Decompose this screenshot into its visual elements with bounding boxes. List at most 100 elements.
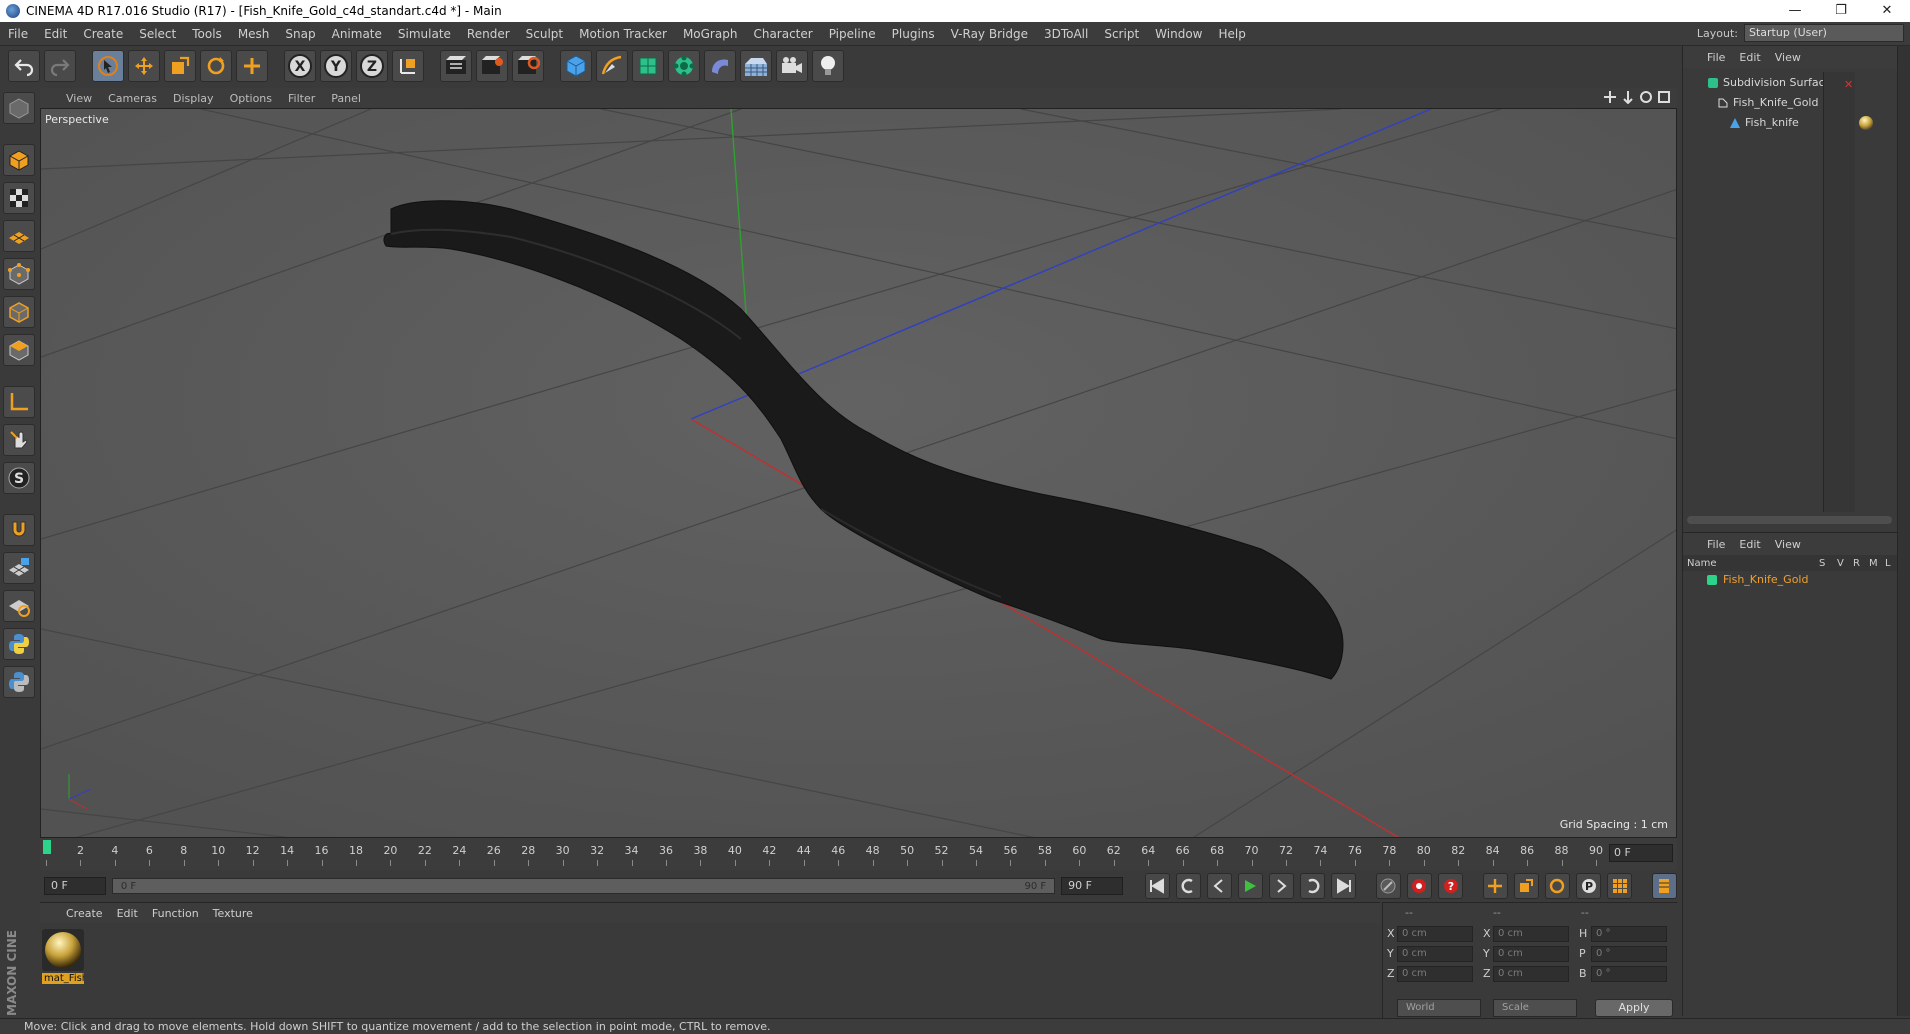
- pla-key-icon[interactable]: [1607, 873, 1633, 899]
- lm-menu-edit[interactable]: Edit: [1739, 538, 1760, 551]
- apply-button[interactable]: Apply: [1595, 999, 1673, 1017]
- snap-icon[interactable]: S: [3, 462, 35, 494]
- menu-select[interactable]: Select: [131, 27, 184, 41]
- menu-mograph[interactable]: MoGraph: [675, 27, 746, 41]
- menu-create[interactable]: Create: [75, 27, 131, 41]
- magnet-icon[interactable]: [3, 514, 35, 546]
- material-menu-create[interactable]: Create: [66, 907, 103, 920]
- z-axis-icon[interactable]: Z: [356, 50, 388, 82]
- y-axis-icon[interactable]: Y: [320, 50, 352, 82]
- lm-menu-file[interactable]: File: [1707, 538, 1725, 551]
- coord-size-mode-dropdown[interactable]: Scale: [1493, 999, 1577, 1017]
- menu-render[interactable]: Render: [459, 27, 518, 41]
- workplane-icon[interactable]: [3, 220, 35, 252]
- material-tag-icon[interactable]: [1859, 116, 1873, 130]
- menu-tools[interactable]: Tools: [184, 27, 230, 41]
- cube-icon[interactable]: [560, 50, 592, 82]
- om-menu-file[interactable]: File: [1707, 51, 1725, 64]
- timeline-icon[interactable]: [1651, 873, 1677, 899]
- undo-icon[interactable]: [8, 50, 40, 82]
- menu-pipeline[interactable]: Pipeline: [821, 27, 884, 41]
- lock-grid-icon[interactable]: [3, 552, 35, 584]
- world-coord-icon[interactable]: [392, 50, 424, 82]
- menu-plugins[interactable]: Plugins: [884, 27, 943, 41]
- render-view-icon[interactable]: [440, 50, 472, 82]
- lm-menu-view[interactable]: View: [1775, 538, 1801, 551]
- layout-dropdown[interactable]: Startup (User): [1744, 24, 1904, 42]
- material-item[interactable]: mat_Fish: [42, 929, 84, 984]
- points-mode-icon[interactable]: [3, 258, 35, 290]
- edges-mode-icon[interactable]: [3, 296, 35, 328]
- end-frame-field[interactable]: 90 F: [1061, 877, 1123, 895]
- rotate-icon[interactable]: [200, 50, 232, 82]
- pan-view-icon[interactable]: [1603, 90, 1617, 104]
- param-key-icon[interactable]: P: [1575, 873, 1602, 899]
- disable-x-icon[interactable]: ✕: [1844, 78, 1853, 91]
- restore-button[interactable]: ❐: [1818, 0, 1864, 22]
- menu-character[interactable]: Character: [745, 27, 820, 41]
- record-icon[interactable]: [1375, 873, 1401, 899]
- layer-color-swatch[interactable]: [1707, 575, 1717, 585]
- menu-mesh[interactable]: Mesh: [230, 27, 278, 41]
- menu-sculpt[interactable]: Sculpt: [518, 27, 571, 41]
- texture-mode-icon[interactable]: [3, 182, 35, 214]
- layer-row[interactable]: Fish_Knife_Gold: [1683, 571, 1898, 589]
- menu-file[interactable]: File: [0, 27, 36, 41]
- floor-icon[interactable]: [740, 50, 772, 82]
- material-menu-edit[interactable]: Edit: [117, 907, 138, 920]
- render-settings-icon[interactable]: [512, 50, 544, 82]
- next-key-icon[interactable]: [1299, 873, 1326, 899]
- viewport-menu-view[interactable]: View: [66, 92, 92, 105]
- material-preview-thumbnail[interactable]: [42, 929, 84, 971]
- material-menu-function[interactable]: Function: [152, 907, 199, 920]
- coord-rot-h-field[interactable]: 0 °: [1591, 926, 1667, 942]
- side-tabs-strip[interactable]: [1897, 46, 1910, 1016]
- deformer-icon[interactable]: [704, 50, 736, 82]
- rotate-key-icon[interactable]: [1544, 873, 1570, 899]
- subdivide-icon[interactable]: [632, 50, 664, 82]
- cloner-icon[interactable]: [668, 50, 700, 82]
- deform-icon[interactable]: [3, 590, 35, 622]
- axis-mode-icon[interactable]: [3, 386, 35, 418]
- close-button[interactable]: ✕: [1864, 0, 1910, 22]
- menu-script[interactable]: Script: [1096, 27, 1147, 41]
- material-menu-texture[interactable]: Texture: [213, 907, 253, 920]
- coord-rot-b-field[interactable]: 0 °: [1591, 966, 1667, 982]
- coord-size-y-field[interactable]: 0 cm: [1493, 946, 1569, 962]
- coord-pos-x-field[interactable]: 0 cm: [1397, 926, 1473, 942]
- scale-key-icon[interactable]: [1513, 873, 1539, 899]
- menu-edit[interactable]: Edit: [36, 27, 75, 41]
- menu-vray-bridge[interactable]: V-Ray Bridge: [943, 27, 1036, 41]
- timeline[interactable]: 0246810121416182022242628303234363840424…: [40, 838, 1677, 870]
- keyframe-selection-icon[interactable]: ?: [1437, 873, 1464, 899]
- menu-motion-tracker[interactable]: Motion Tracker: [571, 27, 675, 41]
- select-icon[interactable]: [92, 50, 124, 82]
- menu-animate[interactable]: Animate: [324, 27, 390, 41]
- coord-size-z-field[interactable]: 0 cm: [1493, 966, 1569, 982]
- current-frame-field[interactable]: 0 F: [1609, 844, 1673, 862]
- toggle-view-icon[interactable]: [1657, 90, 1671, 104]
- move-icon[interactable]: [128, 50, 160, 82]
- tweak-icon[interactable]: [3, 424, 35, 456]
- menu-help[interactable]: Help: [1210, 27, 1253, 41]
- start-frame-field[interactable]: 0 F: [44, 877, 106, 895]
- model-mode-icon[interactable]: [3, 144, 35, 176]
- autokey-icon[interactable]: [1406, 873, 1432, 899]
- step-forward-icon[interactable]: [1268, 873, 1294, 899]
- make-editable-icon[interactable]: [3, 92, 35, 124]
- x-axis-icon[interactable]: X: [284, 50, 316, 82]
- menu-simulate[interactable]: Simulate: [390, 27, 459, 41]
- polygons-mode-icon[interactable]: [3, 334, 35, 366]
- transform-icon[interactable]: [236, 50, 268, 82]
- camera-icon[interactable]: [776, 50, 808, 82]
- coord-rot-p-field[interactable]: 0 °: [1591, 946, 1667, 962]
- timeline-ruler[interactable]: 0246810121416182022242628303234363840424…: [40, 838, 1610, 870]
- playhead[interactable]: [43, 840, 51, 854]
- object-row[interactable]: Subdivision Surface: [1683, 74, 1898, 92]
- python-script-icon[interactable]: [3, 666, 35, 698]
- perspective-viewport[interactable]: Perspective Grid Spacing : 1 cm: [40, 108, 1677, 838]
- minimize-button[interactable]: —: [1772, 0, 1818, 22]
- viewport-menu-cameras[interactable]: Cameras: [108, 92, 157, 105]
- redo-icon[interactable]: [44, 50, 76, 82]
- om-menu-view[interactable]: View: [1775, 51, 1801, 64]
